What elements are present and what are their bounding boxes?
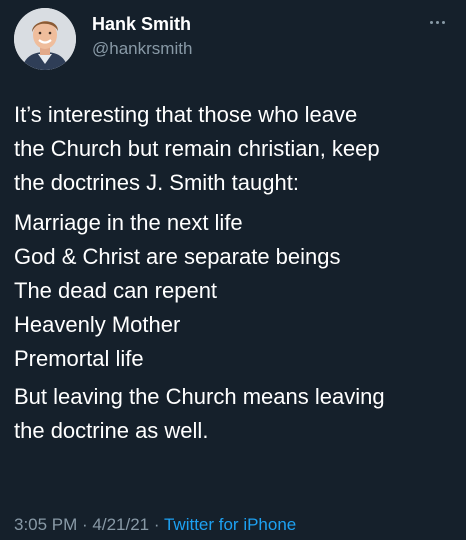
tweet-line: the doctrines J. Smith taught:	[14, 170, 299, 195]
doctrine-list-item: The dead can repent	[14, 278, 218, 303]
more-dot	[441, 20, 445, 24]
doctrine-list-item: Premortal life	[14, 346, 144, 371]
tweet-paragraph-intro: It’s interesting that those who leave th…	[14, 98, 454, 200]
tweet-text: It’s interesting that those who leave th…	[14, 98, 454, 448]
doctrine-list-item: Marriage in the next life	[14, 210, 243, 235]
tweet-paragraph-closing: But leaving the Church means leaving the…	[14, 380, 454, 448]
tweet-line: the Church but remain christian, keep	[14, 136, 380, 161]
author-names: Hank Smith @hankrsmith	[92, 13, 192, 61]
meta-separator: ·	[149, 515, 164, 534]
avatar[interactable]	[14, 8, 76, 70]
author-display-name[interactable]: Hank Smith	[92, 13, 192, 35]
author-handle[interactable]: @hankrsmith	[92, 37, 192, 61]
meta-separator: ·	[77, 515, 93, 534]
more-dot	[429, 20, 433, 24]
tweet-line: But leaving the Church means leaving	[14, 384, 385, 409]
avatar-photo	[14, 8, 76, 70]
tweet-time[interactable]: 3:05 PM	[14, 515, 77, 534]
tweet-line: the doctrine as well.	[14, 418, 209, 443]
tweet-header: Hank Smith @hankrsmith	[14, 8, 452, 70]
doctrine-list: Marriage in the next life God & Christ a…	[14, 206, 454, 376]
tweet-metadata: 3:05 PM · 4/21/21 · Twitter for iPhone	[14, 514, 296, 536]
doctrine-list-item: God & Christ are separate beings	[14, 244, 341, 269]
tweet-date[interactable]: 4/21/21	[92, 515, 149, 534]
tweet-card: Hank Smith @hankrsmith It’s interesting …	[0, 0, 466, 540]
tweet-line: It’s interesting that those who leave	[14, 102, 358, 127]
more-dot	[435, 20, 439, 24]
doctrine-list-item: Heavenly Mother	[14, 312, 181, 337]
more-dots-icon[interactable]	[424, 14, 450, 30]
tweet-source-link[interactable]: Twitter for iPhone	[164, 515, 296, 534]
